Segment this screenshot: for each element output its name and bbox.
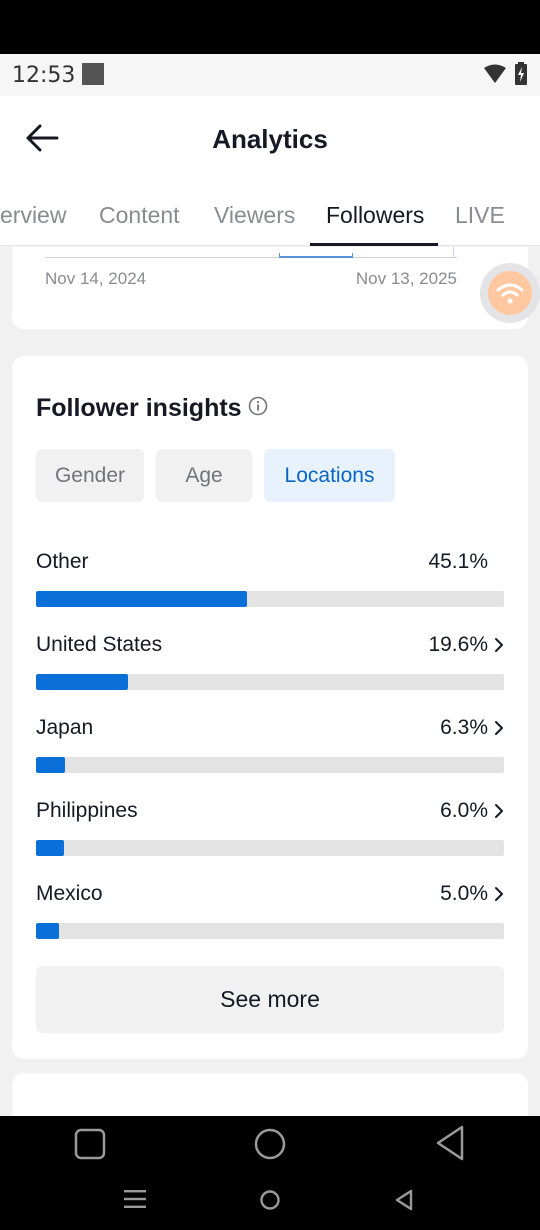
chart-end-date: Nov 13, 2025: [355, 269, 457, 288]
location-bar-fill: [36, 757, 65, 773]
location-bar-fill: [36, 923, 59, 939]
location-bar-track: [36, 923, 504, 939]
chart-start-date: Nov 14, 2024: [45, 269, 147, 288]
app-header: Analytics erview Content Viewers Followe…: [0, 96, 540, 246]
location-percent-wrap: 45.1%: [428, 550, 488, 574]
tab-content[interactable]: Content: [99, 202, 180, 229]
chip-age[interactable]: Age: [156, 449, 252, 502]
system-nav-bar: [0, 1116, 540, 1230]
chart-tick: [453, 247, 454, 258]
location-bar-fill: [36, 840, 64, 856]
chevron-right-icon[interactable]: [494, 886, 504, 902]
tab-followers[interactable]: Followers: [326, 202, 424, 229]
tab-overview[interactable]: erview: [0, 202, 66, 229]
location-row[interactable]: Japan 6.3%: [36, 716, 504, 776]
location-name: Other: [36, 550, 89, 573]
location-name: Japan: [36, 716, 94, 739]
location-row[interactable]: Mexico 5.0%: [36, 882, 504, 942]
see-more-button[interactable]: See more: [36, 966, 504, 1033]
location-bar-track: [36, 840, 504, 856]
location-bar-track: [36, 674, 504, 690]
wifi-icon: [496, 283, 524, 304]
tab-viewers[interactable]: Viewers: [214, 202, 295, 229]
location-percent-wrap: 6.0%: [440, 799, 504, 823]
chevron-right-icon[interactable]: [494, 803, 504, 819]
chevron-right-icon[interactable]: [494, 637, 504, 653]
location-percent: 19.6%: [428, 633, 488, 656]
location-percent-wrap: 6.3%: [440, 716, 504, 740]
tab-active-indicator: [310, 243, 438, 246]
location-row: Other 45.1%: [36, 550, 504, 610]
back-small-triangle-icon[interactable]: [394, 1188, 414, 1212]
location-percent: 6.3%: [440, 716, 488, 739]
top-bezel: [0, 0, 540, 54]
wifi-signal-icon: [484, 64, 506, 83]
tab-bar: erview Content Viewers Followers LIVE: [0, 196, 540, 246]
battery-icon: [515, 62, 527, 85]
floating-wifi-button[interactable]: [480, 263, 540, 323]
insights-title: Follower insights: [36, 394, 242, 422]
chip-gender[interactable]: Gender: [36, 449, 144, 502]
location-bar-fill: [36, 591, 247, 607]
location-name: Philippines: [36, 799, 138, 822]
menu-lines-icon[interactable]: [124, 1189, 146, 1209]
notification-square-icon: [82, 63, 104, 85]
location-percent-wrap: 5.0%: [440, 882, 504, 906]
chip-locations[interactable]: Locations: [264, 449, 395, 502]
chart-selection: [279, 253, 353, 258]
location-bar-track: [36, 591, 504, 607]
home-circle-icon[interactable]: [253, 1127, 287, 1161]
follower-insights-card: Follower insights Gender Age Locations O…: [12, 356, 528, 1059]
location-bar-track: [36, 757, 504, 773]
page-title: Analytics: [212, 124, 328, 154]
location-percent-wrap: 19.6%: [428, 633, 504, 657]
chevron-right-icon[interactable]: [494, 720, 504, 736]
status-bar: 12:53: [0, 54, 540, 96]
location-row[interactable]: United States 19.6%: [36, 633, 504, 693]
info-icon[interactable]: [248, 396, 268, 416]
home-small-circle-icon[interactable]: [259, 1189, 281, 1211]
recents-square-icon[interactable]: [74, 1128, 106, 1160]
followers-chart-card: Nov 14, 2024 Nov 13, 2025: [12, 247, 528, 329]
location-row[interactable]: Philippines 6.0%: [36, 799, 504, 859]
location-name: United States: [36, 633, 163, 656]
location-bar-fill: [36, 674, 128, 690]
status-time: 12:53: [12, 63, 76, 88]
back-triangle-icon[interactable]: [434, 1124, 466, 1162]
chart-baseline: [45, 257, 457, 258]
location-percent: 5.0%: [440, 882, 488, 905]
tab-live[interactable]: LIVE: [455, 202, 505, 229]
location-name: Mexico: [36, 882, 103, 905]
location-percent: 6.0%: [440, 799, 488, 822]
location-percent: 45.1%: [428, 550, 488, 573]
